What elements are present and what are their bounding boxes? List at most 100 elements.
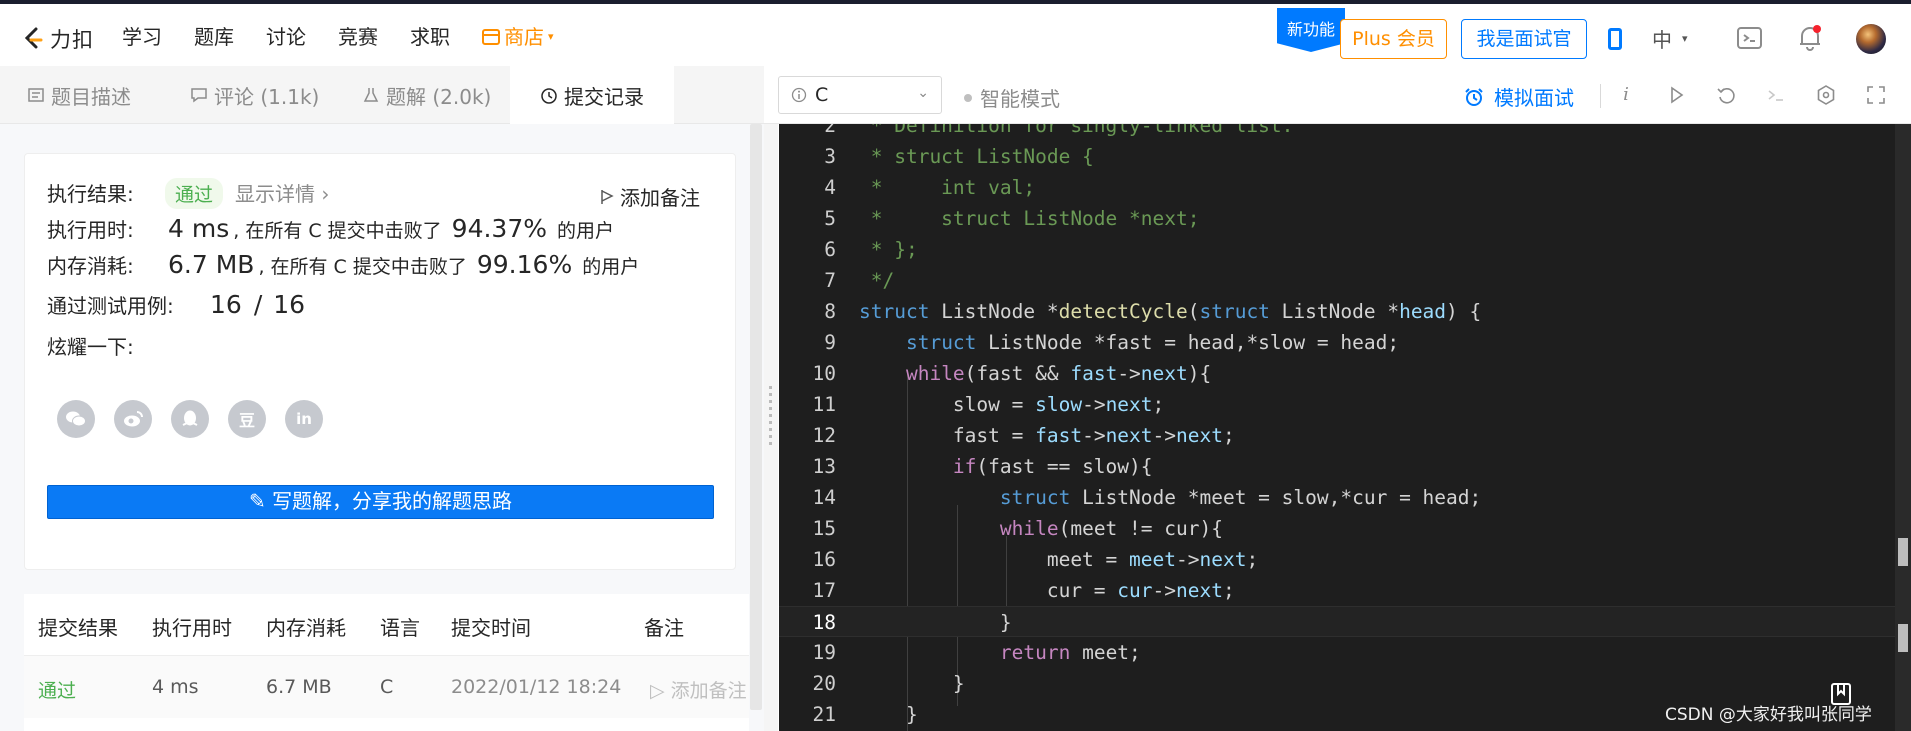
runtime-suffix: 的用户	[557, 220, 615, 242]
line-number: 16	[812, 548, 836, 571]
plus-member-button[interactable]: Plus 会员	[1340, 19, 1447, 59]
line-number: 9	[824, 331, 836, 354]
code-line: 11 slow = slow->next;	[779, 389, 1895, 420]
add-note-button[interactable]: 添加备注	[600, 182, 700, 211]
new-feature-flag[interactable]: 新功能	[1277, 8, 1345, 52]
info-icon[interactable]: i	[1615, 84, 1637, 106]
linkedin-icon[interactable]: in	[285, 400, 323, 438]
code-line: 12 fast = fast->next->next;	[779, 420, 1895, 451]
caret-down-icon: ▾	[1682, 32, 1688, 45]
code-line: 3 * struct ListNode {	[779, 141, 1895, 172]
testcases-row: 通过测试用例: 16 / 16	[47, 290, 309, 319]
reset-icon[interactable]	[1715, 84, 1737, 106]
line-number: 10	[812, 362, 836, 385]
weibo-glyph	[124, 411, 143, 427]
run-icon[interactable]	[1665, 84, 1687, 106]
line-code: struct ListNode *fast = head,*slow = hea…	[905, 331, 1400, 354]
settings-icon[interactable]	[1815, 84, 1837, 106]
logo[interactable]: 力扣	[22, 24, 94, 54]
tab-label: 题解 (2.0k)	[386, 84, 492, 109]
editor-toolbar: C ⌄ 智能模式 模拟面试 i	[764, 66, 1911, 124]
code-line: 8 struct ListNode *detectCycle(struct Lis…	[779, 296, 1895, 327]
language-switch[interactable]: 中 ▾	[1652, 24, 1688, 53]
line-number: 12	[812, 424, 836, 447]
line-number: 21	[812, 703, 836, 726]
tab-description[interactable]: 题目描述	[27, 66, 131, 124]
memory-percent: 99.16%	[476, 250, 573, 279]
memory-value: 6.7 MB	[168, 250, 255, 279]
status-dot	[964, 93, 972, 102]
nav-item-study[interactable]: 学习	[122, 23, 162, 51]
toolbar-divider	[1600, 84, 1601, 108]
user-avatar[interactable]	[1856, 24, 1886, 54]
line-code: * };	[859, 238, 918, 261]
runtime-row: 执行用时: 4 ms , 在所有 C 提交中击败了 94.37% 的用户	[47, 214, 614, 243]
code-line: 16 meet = meet->next;	[779, 544, 1895, 575]
tab-solutions[interactable]: 题解 (2.0k)	[362, 66, 491, 124]
memory-suffix: 的用户	[582, 256, 640, 278]
code-line: 19 return meet;	[779, 637, 1895, 668]
weibo-icon[interactable]	[114, 400, 152, 438]
submission-language: C	[380, 676, 394, 698]
table-header-row: 提交结果 执行用时 内存消耗 语言 提交时间 备注	[24, 594, 749, 656]
language-label: 中	[1652, 28, 1672, 52]
memory-text: , 在所有 C 提交中击败了	[258, 256, 467, 278]
exec-result-label: 执行结果:	[47, 182, 134, 206]
wechat-icon[interactable]	[57, 400, 95, 438]
add-note-label: 添加备注	[620, 186, 700, 210]
testcases-label: 通过测试用例:	[47, 294, 174, 318]
panel-resize-handle[interactable]	[764, 124, 778, 731]
tab-comments[interactable]: 评论 (1.1k)	[190, 66, 319, 124]
language-select[interactable]: C ⌄	[778, 76, 942, 114]
line-number: 14	[812, 486, 836, 509]
console-icon[interactable]	[1765, 84, 1787, 106]
write-solution-button[interactable]: ✎ 写题解，分享我的解题思路	[47, 485, 714, 519]
submission-add-note[interactable]: ▷ 添加备注	[650, 676, 747, 703]
mock-interview-button[interactable]: 模拟面试	[1464, 82, 1574, 111]
tab-submissions[interactable]: 提交记录	[510, 66, 674, 125]
show-details-link[interactable]: 显示详情 ›	[235, 178, 329, 207]
code-editor[interactable]: 2 * Definition for singly-linked list. 3…	[779, 124, 1911, 731]
nav-item-contest[interactable]: 竞赛	[338, 23, 378, 51]
code-line: 20 }	[779, 668, 1895, 699]
share-icons: 豆 in	[57, 400, 323, 438]
line-code: * struct ListNode {	[859, 145, 1094, 168]
scrollbar-thumb[interactable]	[1898, 538, 1908, 566]
nav-item-jobs[interactable]: 求职	[410, 23, 450, 51]
code-line: 17 cur = cur->next;	[779, 575, 1895, 606]
line-code: meet = meet->next;	[859, 548, 1259, 571]
nav-item-shop[interactable]: 商店 ▾	[482, 23, 554, 51]
top-navigation-bar: 力扣 学习 题库 讨论 竞赛 求职 商店 ▾ 新功能 Plus 会员 我是面试官…	[0, 4, 1911, 66]
code-line: 6 * };	[779, 234, 1895, 265]
result-card: 执行结果: 通过 显示详情 › 添加备注 执行用时: 4 ms , 在所有 C …	[24, 153, 736, 570]
submission-status-link[interactable]: 通过	[38, 676, 76, 703]
memory-label: 内存消耗:	[47, 254, 134, 278]
nav-item-problemset[interactable]: 题库	[194, 23, 234, 51]
runtime-value: 4 ms	[168, 214, 230, 243]
chevron-down-icon: ⌄	[917, 85, 929, 101]
douban-icon[interactable]: 豆	[228, 400, 266, 438]
line-number: 2	[824, 124, 836, 137]
alarm-clock-icon	[1465, 87, 1483, 106]
line-code: if(fast == slow){	[952, 455, 1153, 478]
line-code: }	[859, 611, 1012, 634]
line-number: 8	[824, 300, 836, 323]
table-row[interactable]: 通过 4 ms 6.7 MB C 2022/01/12 18:24 ▷ 添加备注	[24, 656, 749, 718]
column-header: 提交结果	[38, 616, 118, 640]
runtime-percent: 94.37%	[451, 214, 547, 243]
interviewer-button[interactable]: 我是面试官	[1461, 19, 1587, 59]
watermark: CSDN @大家好我叫张同学	[1665, 705, 1872, 725]
qq-glyph	[182, 410, 198, 426]
smart-mode-toggle[interactable]: 智能模式	[964, 83, 1060, 112]
left-panel-scrollbar[interactable]	[750, 124, 762, 710]
line-code: while(fast && fast->next){	[905, 362, 1212, 385]
column-header: 备注	[644, 616, 684, 640]
mobile-app-icon[interactable]	[1608, 28, 1622, 50]
fullscreen-icon[interactable]	[1865, 84, 1887, 106]
playground-icon[interactable]	[1736, 26, 1763, 50]
left-tab-bar: 题目描述 评论 (1.1k) 题解 (2.0k) 提交记录	[0, 66, 764, 125]
code-line: 13 if(fast == slow){	[779, 451, 1895, 482]
qq-icon[interactable]	[171, 400, 209, 438]
nav-item-discuss[interactable]: 讨论	[266, 23, 306, 51]
notification-bell-icon[interactable]	[1797, 24, 1823, 52]
